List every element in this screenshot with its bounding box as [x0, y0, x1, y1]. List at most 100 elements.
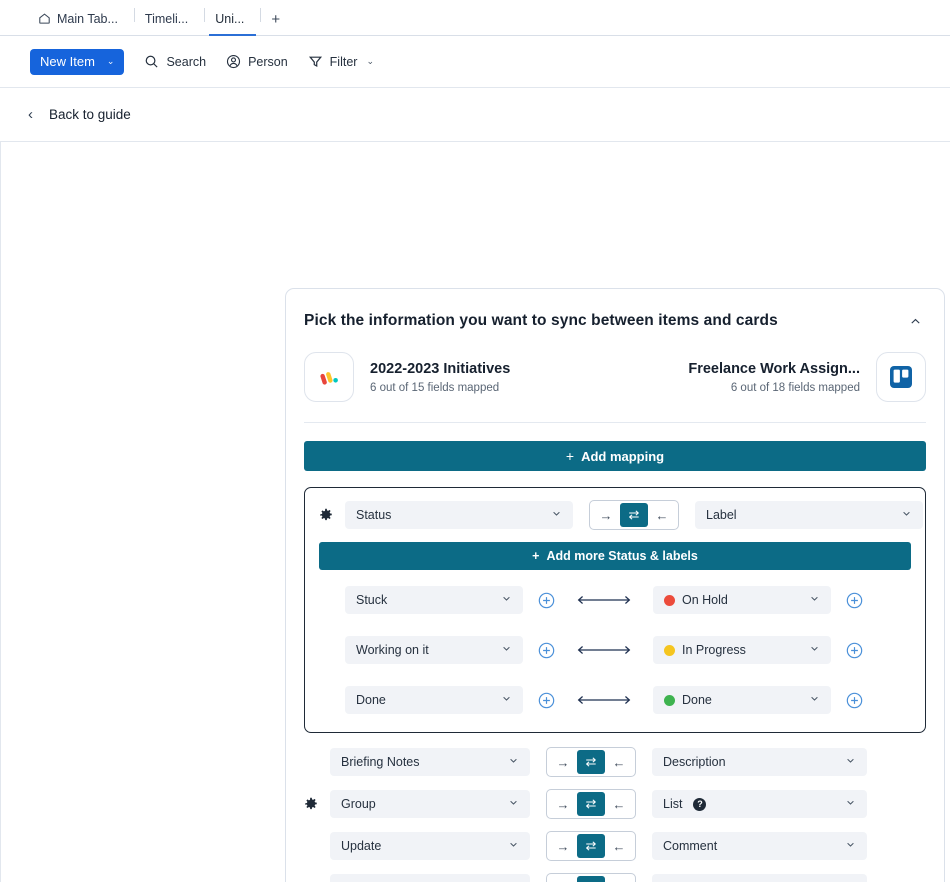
- direction-right-button[interactable]: →: [549, 876, 577, 882]
- status-value-left-select[interactable]: Stuck: [345, 586, 523, 614]
- plus-circle-icon[interactable]: [846, 592, 863, 609]
- status-value-left-select[interactable]: Done: [345, 686, 523, 714]
- status-value-left: Working on it: [356, 643, 429, 657]
- plus-circle-icon[interactable]: [538, 692, 555, 709]
- status-value-right-select[interactable]: In Progress: [653, 636, 831, 664]
- gear-cell[interactable]: [304, 797, 330, 811]
- person-button[interactable]: Person: [226, 54, 288, 69]
- chevron-left-icon[interactable]: ‹: [28, 107, 33, 122]
- direction-right-button[interactable]: →: [549, 750, 577, 774]
- direction-left-button[interactable]: ←: [605, 834, 633, 858]
- tab-label: Timeli...: [144, 11, 189, 26]
- filter-button[interactable]: Filter ⌄: [308, 54, 374, 69]
- status-direction-toggle[interactable]: → ⇄ ←: [589, 500, 679, 530]
- chevron-down-icon[interactable]: [845, 797, 856, 811]
- chevron-up-icon[interactable]: [905, 312, 926, 334]
- chevron-down-icon[interactable]: [901, 508, 912, 522]
- gear-icon[interactable]: [319, 508, 333, 522]
- status-left-value: Status: [356, 508, 392, 522]
- tab-main-table[interactable]: Main Tab...: [28, 0, 134, 35]
- chevron-down-icon[interactable]: [551, 508, 562, 522]
- mapping-right-value: Description: [663, 755, 726, 769]
- search-button[interactable]: Search: [144, 54, 206, 69]
- mapping-right-select[interactable]: Description: [652, 748, 867, 776]
- plus-circle-icon[interactable]: [846, 642, 863, 659]
- status-right-select[interactable]: Label: [695, 501, 923, 529]
- new-item-button[interactable]: New Item ⌄: [30, 48, 125, 75]
- chevron-down-icon[interactable]: [508, 755, 519, 769]
- mapping-right-select[interactable]: Comment: [652, 832, 867, 860]
- status-left-select[interactable]: Status: [345, 501, 573, 529]
- mapping-row-briefing-notes: Briefing Notes → ⇄ ← Description: [304, 747, 926, 777]
- right-board-subtitle: 6 out of 18 fields mapped: [730, 381, 860, 394]
- chevron-down-icon[interactable]: ⌄: [107, 56, 115, 67]
- direction-left-button[interactable]: ←: [605, 876, 633, 882]
- help-icon[interactable]: ?: [693, 797, 707, 811]
- bidirectional-arrow-icon: [569, 643, 639, 657]
- mapping-direction-toggle[interactable]: → ⇄ ←: [546, 747, 636, 777]
- search-icon: [144, 54, 159, 69]
- direction-both-button[interactable]: ⇄: [577, 750, 605, 774]
- panel-title: Pick the information you want to sync be…: [304, 312, 778, 329]
- plus-circle-icon[interactable]: [846, 692, 863, 709]
- mapping-left-select[interactable]: Briefing Notes: [330, 748, 530, 776]
- mapping-direction-toggle[interactable]: → ⇄ ←: [546, 873, 636, 882]
- tab-unified[interactable]: Uni...: [205, 0, 260, 36]
- status-value-right-label: On Hold: [682, 593, 728, 607]
- status-color-dot: [664, 644, 675, 656]
- status-value-row: Working on it In Progress: [319, 636, 911, 664]
- mapping-right-label: List: [663, 797, 683, 811]
- chevron-down-icon[interactable]: [809, 643, 820, 657]
- tab-timeline[interactable]: Timeli...: [135, 0, 204, 35]
- chevron-down-icon[interactable]: [508, 839, 519, 853]
- plus-circle-icon[interactable]: [538, 592, 555, 609]
- status-gear-cell[interactable]: [319, 508, 345, 522]
- chevron-down-icon[interactable]: [845, 755, 856, 769]
- person-label: Person: [248, 54, 288, 69]
- add-tab-button[interactable]: +: [261, 12, 290, 35]
- chevron-down-icon[interactable]: [508, 797, 519, 811]
- status-value-right-select[interactable]: On Hold: [653, 586, 831, 614]
- status-right-value: Label: [706, 508, 737, 522]
- back-to-guide-label: Back to guide: [49, 107, 131, 122]
- add-mapping-button[interactable]: + Add mapping: [304, 441, 926, 471]
- chevron-down-icon[interactable]: [809, 693, 820, 707]
- direction-right-button[interactable]: →: [592, 503, 620, 527]
- bidirectional-arrow-icon: [569, 593, 639, 607]
- add-more-status-labels-button[interactable]: + Add more Status & labels: [319, 542, 911, 570]
- mapping-right-select[interactable]: Title: [652, 874, 867, 882]
- mapping-direction-toggle[interactable]: → ⇄ ←: [546, 831, 636, 861]
- chevron-down-icon[interactable]: [501, 643, 512, 657]
- direction-both-button[interactable]: ⇄: [577, 834, 605, 858]
- direction-left-button[interactable]: ←: [605, 792, 633, 816]
- chevron-down-icon[interactable]: [501, 593, 512, 607]
- tab-bar: Main Tab... Timeli... Uni... +: [0, 0, 950, 36]
- mapping-left-select[interactable]: Group: [330, 790, 530, 818]
- direction-both-button[interactable]: ⇄: [577, 792, 605, 816]
- mapping-left-select[interactable]: Update: [330, 832, 530, 860]
- chevron-down-icon[interactable]: [845, 839, 856, 853]
- mapping-right-select[interactable]: List ?: [652, 790, 867, 818]
- direction-left-button[interactable]: ←: [605, 750, 633, 774]
- status-color-dot: [664, 594, 675, 606]
- new-item-label: New Item: [40, 54, 95, 69]
- back-to-guide-row[interactable]: ‹ Back to guide: [0, 88, 950, 142]
- add-more-label: Add more Status & labels: [546, 549, 698, 563]
- plus-circle-icon[interactable]: [538, 642, 555, 659]
- status-value-left-select[interactable]: Working on it: [345, 636, 523, 664]
- gear-icon[interactable]: [304, 797, 318, 811]
- mapping-left-select[interactable]: Name: [330, 874, 530, 882]
- direction-right-button[interactable]: →: [549, 792, 577, 816]
- mapping-row-update: Update → ⇄ ← Comment: [304, 831, 926, 861]
- direction-both-button[interactable]: ⇄: [620, 503, 648, 527]
- chevron-down-icon[interactable]: [809, 593, 820, 607]
- chevron-down-icon[interactable]: [501, 693, 512, 707]
- bidirectional-arrow-icon: [569, 693, 639, 707]
- left-board: 2022-2023 Initiatives 6 out of 15 fields…: [304, 352, 510, 402]
- chevron-down-icon[interactable]: ⌄: [366, 56, 374, 67]
- mapping-direction-toggle[interactable]: → ⇄ ←: [546, 789, 636, 819]
- direction-left-button[interactable]: ←: [648, 503, 676, 527]
- status-value-right-select[interactable]: Done: [653, 686, 831, 714]
- direction-both-button[interactable]: ⇄: [577, 876, 605, 882]
- direction-right-button[interactable]: →: [549, 834, 577, 858]
